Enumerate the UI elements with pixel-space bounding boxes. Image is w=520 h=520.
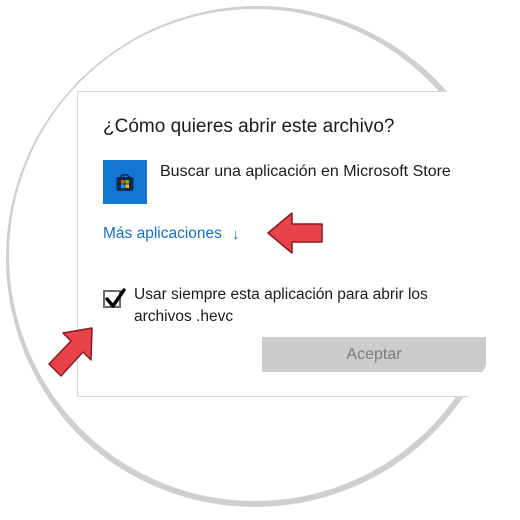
store-option[interactable]: Buscar una aplicación en Microsoft Store	[103, 160, 451, 204]
always-use-checkbox[interactable]	[103, 288, 126, 308]
red-pointer-arrow-icon	[48, 327, 93, 377]
store-option-label: Buscar una aplicación en Microsoft Store	[160, 163, 451, 180]
screenshot-stage: ¿Cómo quieres abrir este archivo? Buscar…	[0, 0, 520, 520]
more-apps-link[interactable]: Más aplicaciones ↓	[103, 225, 239, 243]
accept-button[interactable]: Aceptar	[262, 337, 486, 372]
always-use-label: Usar siempre esta aplicación para abrir …	[134, 286, 428, 325]
dialog-title: ¿Cómo quieres abrir este archivo?	[103, 116, 395, 137]
arrow-down-icon: ↓	[231, 225, 240, 243]
more-apps-label: Más aplicaciones	[103, 225, 222, 242]
red-pointer-arrow-icon	[267, 212, 323, 254]
always-use-option: Usar siempre esta aplicación para abrir …	[103, 284, 454, 328]
microsoft-store-icon	[103, 160, 147, 204]
checkmark-icon	[105, 288, 126, 308]
